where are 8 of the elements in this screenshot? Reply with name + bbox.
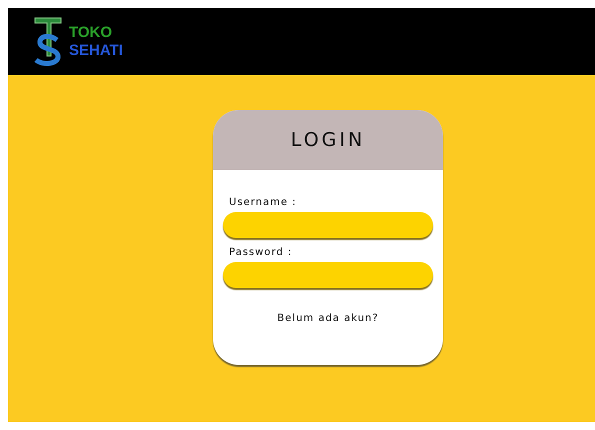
input-field[interactable] (223, 212, 433, 238)
brand-name: TOKO (69, 24, 114, 42)
input-field[interactable] (223, 262, 433, 288)
brand-name: SEHATI (69, 42, 123, 60)
register-link[interactable]: Belum ada akun? (277, 313, 379, 324)
field-label: Username : (229, 197, 298, 208)
login-title: LOGIN (290, 129, 366, 151)
field-label: Password : (229, 247, 294, 258)
